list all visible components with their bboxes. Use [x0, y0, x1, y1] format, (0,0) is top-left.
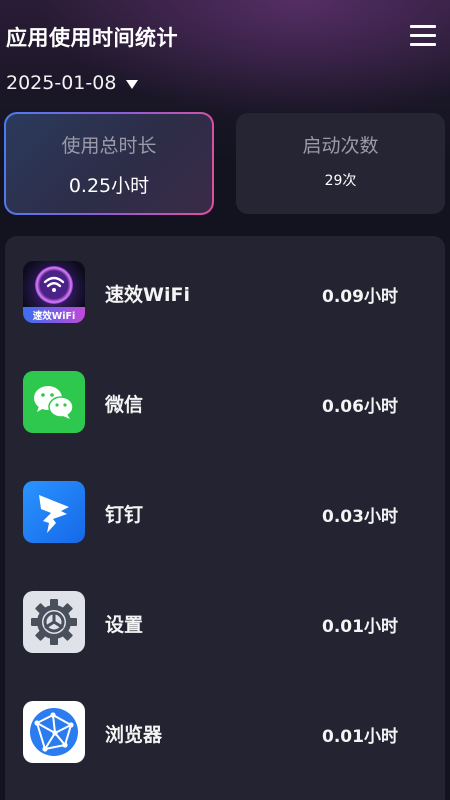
- settings-app-icon: [23, 591, 85, 653]
- speed-wifi-app-icon: 速效WiFi: [23, 261, 85, 323]
- list-item[interactable]: 微信 0.06小时: [5, 346, 445, 436]
- app-usage-time: 0.09小时: [322, 287, 398, 307]
- launch-count-card[interactable]: 启动次数 29次: [236, 113, 445, 214]
- speed-wifi-icon-label: 速效WiFi: [32, 311, 76, 322]
- app-name: 钉钉: [105, 504, 144, 526]
- app-name: 速效WiFi: [105, 284, 190, 306]
- total-usage-value: 0.25小时: [68, 175, 150, 197]
- app-usage-list: 速效WiFi 速效WiFi 0.09小时 微信 0.06小时 钉钉 0.03小时…: [5, 236, 445, 800]
- app-usage-time: 0.03小时: [322, 507, 398, 527]
- dingtalk-app-icon: [23, 481, 85, 543]
- launch-count-label: 启动次数: [302, 135, 379, 157]
- app-header: 应用使用时间统计: [0, 0, 450, 70]
- caret-down-icon: [126, 79, 139, 89]
- wechat-app-icon: [23, 371, 85, 433]
- app-name: 设置: [105, 614, 144, 636]
- app-usage-time: 0.01小时: [322, 617, 398, 637]
- app-name: 微信: [105, 394, 144, 416]
- hamburger-menu-icon[interactable]: [410, 24, 436, 46]
- list-item[interactable]: 钉钉 0.03小时: [5, 456, 445, 546]
- page-title: 应用使用时间统计: [6, 26, 178, 50]
- list-item[interactable]: 浏览器 0.01小时: [5, 676, 445, 766]
- date-value: 2025-01-08: [6, 72, 117, 94]
- launch-count-value: 29次: [324, 173, 357, 189]
- app-usage-time: 0.01小时: [322, 727, 398, 747]
- browser-app-icon: [23, 701, 85, 763]
- app-name: 浏览器: [105, 724, 163, 746]
- date-selector[interactable]: 2025-01-08: [6, 70, 139, 96]
- list-item[interactable]: 设置 0.01小时: [5, 566, 445, 656]
- total-usage-card[interactable]: 使用总时长 0.25小时: [6, 114, 212, 213]
- app-usage-time: 0.06小时: [322, 397, 398, 417]
- list-item[interactable]: 速效WiFi 速效WiFi 0.09小时: [5, 236, 445, 326]
- total-usage-label: 使用总时长: [61, 135, 157, 157]
